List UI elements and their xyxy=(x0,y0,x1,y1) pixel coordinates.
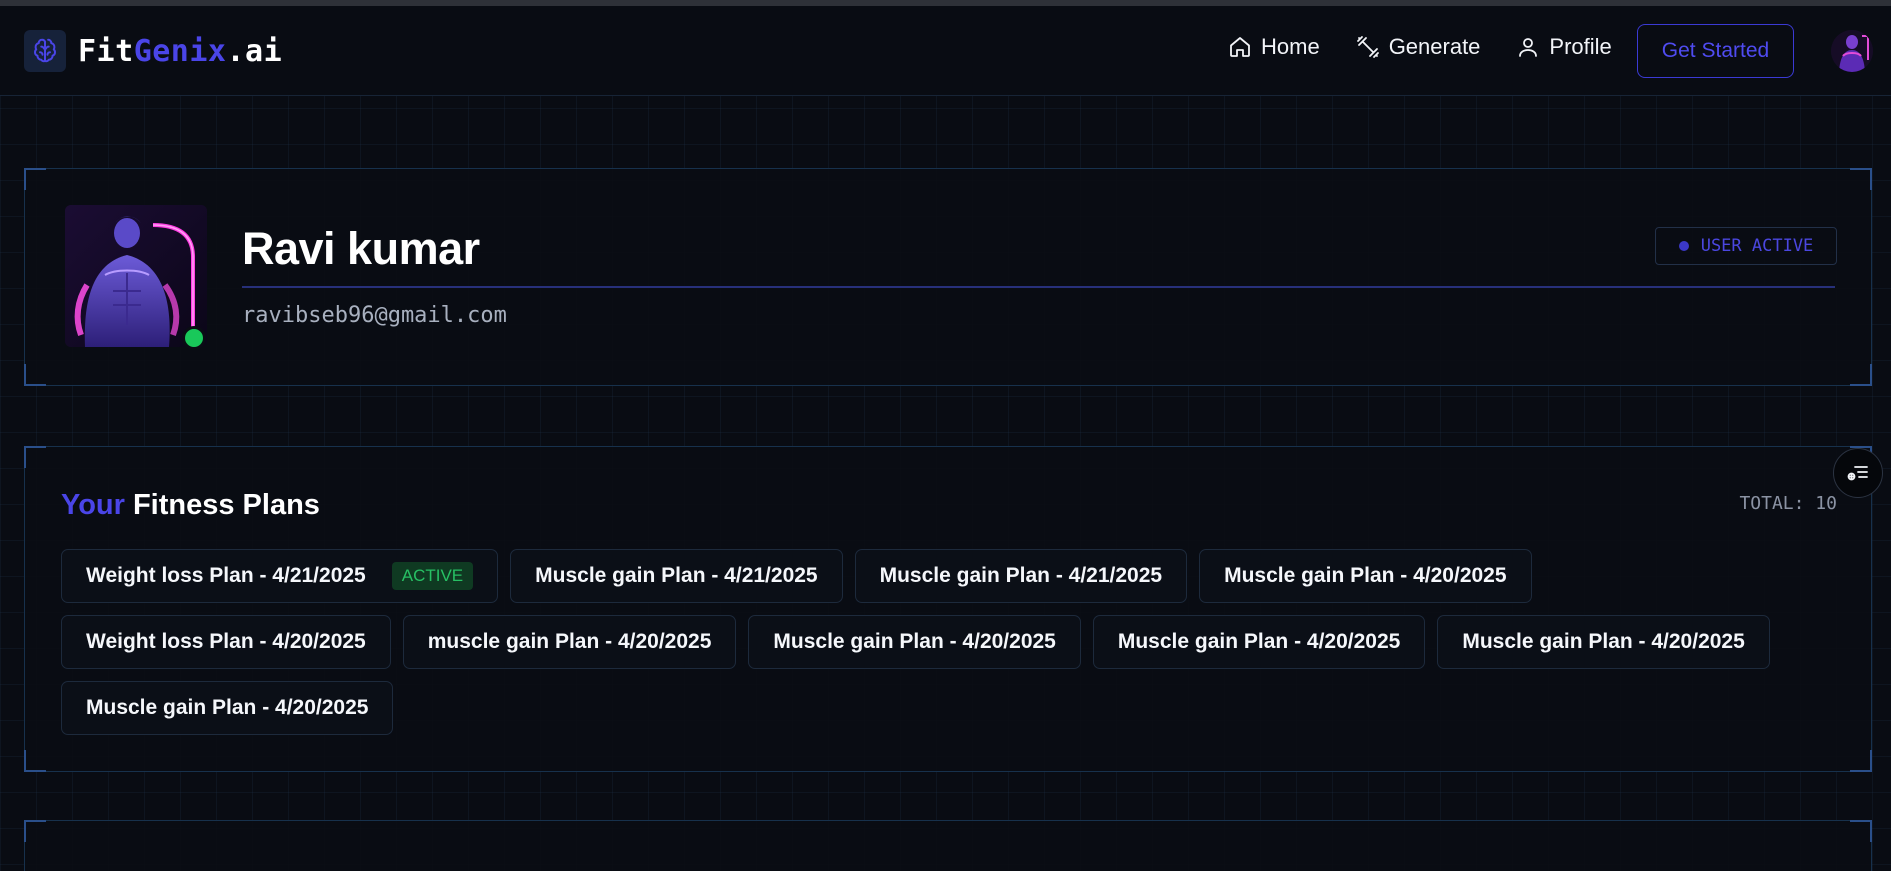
active-plan-badge: ACTIVE xyxy=(391,562,474,590)
profile-card: Ravi kumar ravibseb96@gmail.com USER ACT… xyxy=(24,168,1872,386)
plan-item-label: Muscle gain Plan - 4/20/2025 xyxy=(86,696,369,719)
plan-item-label: Muscle gain Plan - 4/21/2025 xyxy=(535,564,818,587)
status-dot-icon xyxy=(1678,241,1689,251)
plan-item[interactable]: Muscle gain Plan - 4/21/2025 xyxy=(510,549,843,603)
status-badge: USER ACTIVE xyxy=(1655,227,1837,265)
status-badge-label: USER ACTIVE xyxy=(1700,236,1814,256)
online-status-dot xyxy=(182,326,206,350)
brand-name: FitGenix.ai xyxy=(78,33,283,69)
plan-list: Weight loss Plan - 4/21/2025 ACTIVE Muscl… xyxy=(61,549,1851,747)
card-corner xyxy=(24,364,46,386)
profile-email: ravibseb96@gmail.com xyxy=(242,303,507,328)
nav-generate-label: Generate xyxy=(1388,34,1481,59)
card-corner xyxy=(1850,750,1872,772)
logo[interactable]: FitGenix.ai xyxy=(24,30,282,72)
nav-home[interactable]: Home xyxy=(1228,34,1320,60)
card-corner xyxy=(24,820,46,842)
get-started-button[interactable]: Get Started xyxy=(1637,24,1794,78)
card-corner xyxy=(24,168,46,190)
plan-item[interactable]: Weight loss Plan - 4/20/2025 xyxy=(61,615,391,669)
fitness-plans-card: Your Fitness Plans TOTAL: 10 Weight loss… xyxy=(24,446,1872,772)
main-nav: Home Generate Profile xyxy=(1228,34,1648,60)
profile-name: Ravi kumar xyxy=(242,223,480,274)
plan-item[interactable]: Muscle gain Plan - 4/20/2025 xyxy=(1199,549,1532,603)
card-corner xyxy=(1850,168,1872,190)
plan-item[interactable]: Muscle gain Plan - 4/20/2025 xyxy=(1092,615,1426,669)
nav-generate[interactable]: Generate xyxy=(1356,34,1481,60)
plan-item-label: muscle gain Plan - 4/20/2025 xyxy=(427,630,712,653)
plan-item[interactable]: Muscle gain Plan - 4/20/2025 xyxy=(61,681,394,735)
nav-home-label: Home xyxy=(1261,34,1320,59)
plan-item[interactable]: Muscle gain Plan - 4/21/2025 xyxy=(854,549,1188,603)
plan-item[interactable]: Muscle gain Plan - 4/20/2025 xyxy=(1437,615,1770,669)
profile-avatar xyxy=(65,205,207,347)
divider xyxy=(242,286,1835,288)
card-corner xyxy=(1850,820,1872,842)
plan-item[interactable]: Muscle gain Plan - 4/20/2025 xyxy=(748,615,1081,669)
plan-item-label: Weight loss Plan - 4/21/2025 xyxy=(86,564,366,587)
plan-item[interactable]: Weight loss Plan - 4/21/2025 ACTIVE xyxy=(61,549,499,603)
home-icon xyxy=(1230,37,1250,57)
plans-title: Your Fitness Plans xyxy=(61,489,320,521)
plan-item-label: Weight loss Plan - 4/20/2025 xyxy=(86,630,366,653)
plan-item-label: Muscle gain Plan - 4/21/2025 xyxy=(879,564,1163,587)
plan-item-label: Muscle gain Plan - 4/20/2025 xyxy=(1117,630,1401,653)
nav-profile[interactable]: Profile xyxy=(1516,34,1612,60)
plan-item-label: Muscle gain Plan - 4/20/2025 xyxy=(1462,630,1745,653)
plan-detail-card xyxy=(24,820,1872,871)
plan-item[interactable]: muscle gain Plan - 4/20/2025 xyxy=(402,615,737,669)
plans-total-count: TOTAL: 10 xyxy=(1739,493,1837,514)
floating-menu-button[interactable] xyxy=(1833,448,1883,498)
dumbbell-icon xyxy=(1356,36,1379,58)
card-corner xyxy=(24,750,46,772)
user-icon xyxy=(1519,38,1538,57)
brain-icon xyxy=(24,30,66,72)
plan-item-label: Muscle gain Plan - 4/20/2025 xyxy=(773,630,1056,653)
user-avatar[interactable] xyxy=(1831,30,1873,72)
card-corner xyxy=(24,446,46,468)
list-settings-icon xyxy=(1847,466,1868,481)
navbar: FitGenix.ai Home Generate Profile Get St… xyxy=(0,6,1891,96)
plan-item-label: Muscle gain Plan - 4/20/2025 xyxy=(1224,564,1507,587)
card-corner xyxy=(1850,364,1872,386)
nav-profile-label: Profile xyxy=(1549,34,1612,59)
